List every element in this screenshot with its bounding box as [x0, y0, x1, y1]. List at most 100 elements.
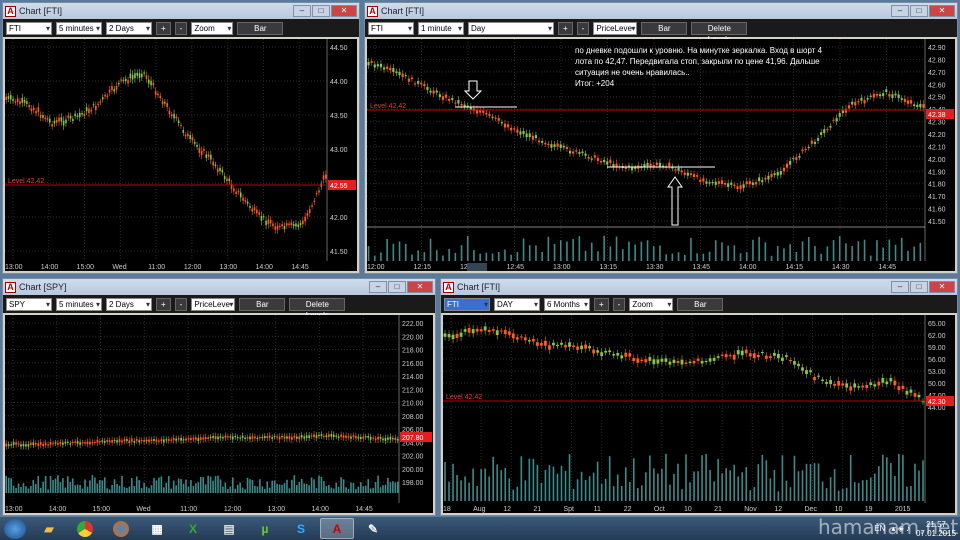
volume-bar: [42, 481, 44, 493]
chart-area[interactable]: 65.0062.0059.0056.0053.0050.0047.0044.00…: [443, 315, 955, 513]
utorrent-icon[interactable]: µ: [248, 518, 282, 539]
candle-body: [869, 382, 873, 385]
volume-bar: [745, 467, 748, 501]
zoom-out-button[interactable]: -: [576, 21, 590, 35]
interval-select[interactable]: 5 minutes: [56, 21, 102, 35]
candle-body: [417, 81, 420, 84]
close-button[interactable]: ✕: [929, 281, 955, 293]
x-tick-label: 13:00: [5, 264, 23, 271]
tool-select[interactable]: PriceLeve: [191, 297, 236, 311]
close-button[interactable]: ✕: [929, 5, 955, 17]
paint-icon[interactable]: ✎: [356, 518, 390, 539]
bar-button[interactable]: Bar: [237, 21, 284, 35]
close-button[interactable]: ✕: [331, 5, 357, 17]
start-button[interactable]: [4, 518, 26, 539]
zoom-out-button[interactable]: -: [174, 21, 188, 35]
volume-bar: [714, 240, 717, 261]
tool-select[interactable]: Zoom: [191, 21, 234, 35]
chart-canvas[interactable]: 65.0062.0059.0056.0053.0050.0047.0044.00…: [443, 315, 955, 513]
volume-bar: [721, 242, 723, 261]
skype-icon[interactable]: S: [284, 518, 318, 539]
volume-bar: [49, 476, 52, 493]
tool-select[interactable]: Zoom: [629, 297, 674, 311]
volume-bar: [367, 479, 370, 493]
candle-body: [491, 116, 494, 118]
minimize-button[interactable]: –: [891, 5, 909, 17]
zoom-in-button[interactable]: +: [156, 297, 171, 311]
zoom-in-button[interactable]: +: [594, 297, 609, 311]
candle-body: [553, 144, 556, 147]
candle-body: [254, 436, 256, 439]
chart-area[interactable]: 222.00 220.00 218.00 216.00 214.00 212.00 210.…: [5, 315, 433, 513]
window-titlebar[interactable]: A Chart [SPY] – □ ✕: [3, 279, 435, 295]
candle-body: [78, 112, 81, 118]
maximize-button[interactable]: □: [910, 5, 928, 17]
volume-bar: [111, 484, 113, 493]
volume-bar: [308, 485, 310, 493]
candle-body: [620, 355, 624, 359]
calendar-icon[interactable]: ▦: [140, 518, 174, 539]
candle-body: [556, 344, 559, 347]
symbol-select[interactable]: SPY: [6, 297, 52, 311]
chart-canvas[interactable]: 44.5044.0043.5043.0042.5042.0041.5013:00…: [5, 39, 357, 271]
chart-app-icon[interactable]: A: [320, 518, 354, 539]
firefox-icon[interactable]: [104, 518, 138, 539]
delete-levels-button[interactable]: Delete Levels: [691, 21, 748, 44]
volume-bar: [677, 463, 679, 501]
maximize-button[interactable]: □: [312, 5, 330, 17]
excel-icon[interactable]: X: [176, 518, 210, 539]
tool-select[interactable]: PriceLeve: [593, 21, 638, 35]
volume-bar: [172, 480, 175, 493]
delete-levels-button[interactable]: Delete Levels: [289, 297, 346, 320]
candle-body: [214, 436, 217, 440]
candle-body: [692, 360, 696, 364]
window-titlebar[interactable]: A Chart [FTI] – □ ✕: [365, 3, 957, 19]
candle-body: [20, 444, 22, 447]
interval-select[interactable]: 5 minutes: [56, 297, 102, 311]
chart-area[interactable]: 44.5044.0043.5043.0042.5042.0041.5013:00…: [5, 39, 357, 271]
interval-select[interactable]: 1 minute: [418, 21, 464, 35]
period-select[interactable]: Day: [468, 21, 554, 35]
maximize-button[interactable]: □: [910, 281, 928, 293]
candle-body: [173, 113, 175, 119]
chrome-icon[interactable]: [68, 518, 102, 539]
candle-body: [656, 359, 660, 364]
zoom-out-button[interactable]: -: [612, 297, 626, 311]
chart-window-fti-daily[interactable]: A Chart [FTI] –□✕ FTI DAY 6 Months + - Z…: [440, 278, 958, 516]
minimize-button[interactable]: –: [369, 281, 387, 293]
chart-canvas[interactable]: 222.00 220.00 218.00 216.00 214.00 212.00 210.…: [5, 315, 433, 513]
period-select[interactable]: 2 Days: [106, 297, 152, 311]
period-select[interactable]: 2 Days: [106, 21, 152, 35]
symbol-select[interactable]: FTI: [6, 21, 52, 35]
chart-window-spy[interactable]: A Chart [SPY] –□✕ SPY 5 minutes 2 Days +…: [2, 278, 436, 516]
chart-window-fti-5min[interactable]: A Chart [FTI] –□✕ FTI 5 minutes 2 Days +…: [2, 2, 360, 274]
candle-body: [101, 97, 104, 100]
interval-select[interactable]: DAY: [494, 297, 540, 311]
zoom-in-button[interactable]: +: [558, 21, 573, 35]
zoom-in-button[interactable]: +: [156, 21, 171, 35]
minimize-button[interactable]: –: [293, 5, 311, 17]
bar-button[interactable]: Bar: [641, 21, 688, 35]
chart-area[interactable]: 42.9042.8042.7042.6042.5042.4042.3042.20…: [367, 39, 955, 271]
candle-body: [407, 78, 410, 82]
zoom-out-button[interactable]: -: [174, 297, 188, 311]
symbol-select[interactable]: FTI: [368, 21, 414, 35]
candle-body: [95, 105, 97, 111]
window-titlebar[interactable]: A Chart [FTI] – □ ✕: [3, 3, 359, 19]
chart-window-fti-1min[interactable]: A Chart [FTI] –□✕ FTI 1 minute Day + - P…: [364, 2, 958, 274]
symbol-select[interactable]: FTI: [444, 297, 490, 311]
volume-bar: [398, 241, 401, 261]
volume-bar: [807, 237, 810, 261]
bar-button[interactable]: Bar: [239, 297, 286, 311]
minimize-button[interactable]: –: [891, 281, 909, 293]
period-select[interactable]: 6 Months: [544, 297, 590, 311]
maximize-button[interactable]: □: [388, 281, 406, 293]
bar-button[interactable]: Bar: [677, 297, 724, 311]
close-button[interactable]: ✕: [407, 281, 433, 293]
candle-body: [269, 219, 272, 224]
window-titlebar[interactable]: A Chart [FTI] – □ ✕: [441, 279, 957, 295]
candle-body: [5, 443, 8, 447]
media-icon[interactable]: ▤: [212, 518, 246, 539]
explorer-icon[interactable]: ▰: [32, 518, 66, 539]
y-tick-label: 42.30: [928, 120, 946, 127]
